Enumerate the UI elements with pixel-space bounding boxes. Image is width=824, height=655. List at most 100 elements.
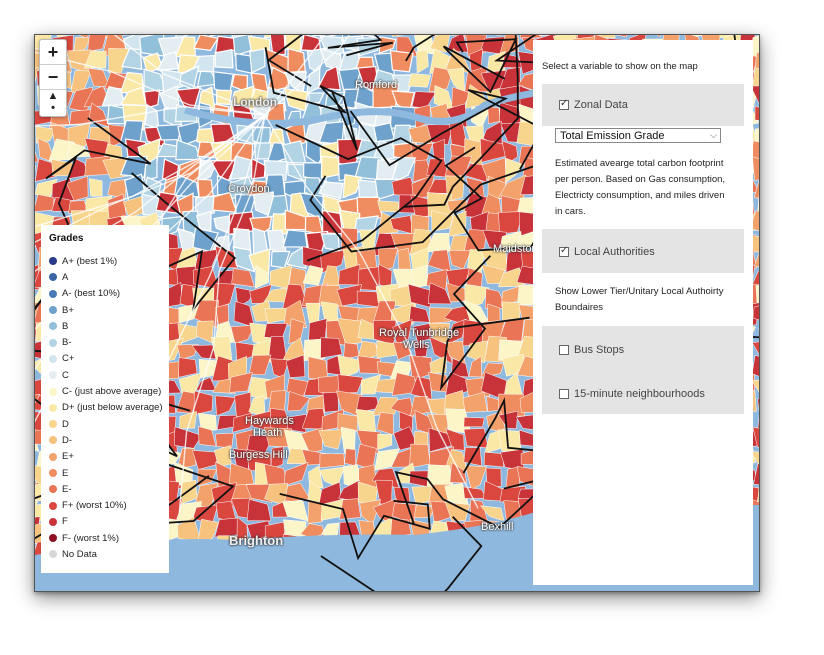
legend-item: B+ <box>49 302 169 318</box>
zone-area <box>282 500 309 522</box>
place-label-haywards-1: Haywards <box>245 415 294 427</box>
zone-area <box>144 103 160 130</box>
zone-area <box>193 35 219 51</box>
zonal-description: Estimated avearge total carbon footprint… <box>555 158 726 217</box>
legend-item: F+ (worst 10%) <box>49 497 169 513</box>
zone-area <box>337 374 364 394</box>
place-label-london: London <box>233 95 277 109</box>
legend-item: D <box>49 416 169 432</box>
legend-item: E <box>49 465 169 481</box>
local-authorities-label: Local Authorities <box>574 246 655 258</box>
zone-area <box>283 87 309 112</box>
layer-panel: Select a variable to show on the map Zon… <box>533 40 753 585</box>
zone-area <box>391 35 404 37</box>
chevron-down-icon: ⌵ <box>710 130 717 140</box>
zone-area <box>270 250 291 269</box>
legend-item: C+ <box>49 351 169 367</box>
zone-area <box>463 417 485 428</box>
local-authorities-checkbox[interactable] <box>559 245 569 257</box>
zone-area <box>254 142 272 160</box>
zone-area <box>215 432 234 449</box>
place-label-brighton: Brighton <box>229 533 284 548</box>
legend-item: B- <box>49 334 169 350</box>
zone-area <box>320 233 340 252</box>
legend-label: D <box>62 418 69 430</box>
zone-area <box>214 48 234 69</box>
legend-item: A- (best 10%) <box>49 286 169 302</box>
legend-item: A <box>49 269 169 285</box>
legend-item: D- <box>49 432 169 448</box>
legend-label: F <box>62 516 68 528</box>
place-label-romford: Romford <box>355 79 398 91</box>
legend-swatch <box>49 436 57 445</box>
zone-area <box>463 486 487 499</box>
zone-area <box>343 342 360 360</box>
zone-area <box>287 163 307 183</box>
legend-label: F- (worst 1%) <box>62 532 119 544</box>
zone-area <box>250 157 266 180</box>
legend-label: C+ <box>62 353 75 365</box>
legend-swatch <box>49 306 57 315</box>
zonal-data-checkbox[interactable] <box>559 98 569 110</box>
local-authorities-toggle[interactable]: Local Authorities <box>559 245 655 258</box>
zoom-in-button[interactable]: + <box>40 40 66 65</box>
zone-area <box>427 249 452 273</box>
zonal-data-section: Zonal Data <box>542 84 744 126</box>
zone-area <box>411 91 437 109</box>
zone-area <box>376 412 394 436</box>
variable-select[interactable]: Total Emission Grade ⌵ <box>555 128 721 143</box>
legend-swatch <box>49 289 57 298</box>
zone-area <box>318 466 346 488</box>
legend-swatch <box>49 452 57 461</box>
zone-area <box>751 341 759 355</box>
zone-area <box>107 178 127 199</box>
legend-item: F- (worst 1%) <box>49 530 169 546</box>
legend-swatch <box>49 517 57 526</box>
legend-label: E <box>62 467 69 479</box>
legend-item: E- <box>49 481 169 497</box>
legend-swatch <box>49 257 57 266</box>
legend-item: E+ <box>49 449 169 465</box>
legend-swatch <box>49 550 57 559</box>
extra-layers-section: Bus Stops 15-minute neighbourhoods <box>542 326 744 414</box>
reset-north-button[interactable]: ▲ • <box>40 90 66 116</box>
legend-label: A+ (best 1%) <box>62 255 118 267</box>
zone-area <box>88 178 103 197</box>
bus-stops-toggle[interactable]: Bus Stops <box>559 344 624 356</box>
place-label-tunbridge-2: Wells <box>403 339 430 351</box>
legend-swatch <box>49 338 57 347</box>
zone-area <box>305 302 321 324</box>
legend-item: C <box>49 367 169 383</box>
variable-select-value: Total Emission Grade <box>560 130 665 142</box>
zone-area <box>377 200 400 213</box>
zone-area <box>174 426 203 449</box>
zone-area <box>377 433 393 451</box>
place-label-burgess-hill: Burgess Hill <box>229 449 288 461</box>
zonal-data-toggle[interactable]: Zonal Data <box>559 98 628 111</box>
zone-area <box>234 391 252 418</box>
legend-label: E- <box>62 483 72 495</box>
zone-area <box>300 35 322 52</box>
legend-swatch <box>49 403 57 412</box>
place-label-bexhill: Bexhill <box>481 521 514 533</box>
zone-area <box>356 290 381 308</box>
zone-area <box>320 337 343 359</box>
zone-area <box>287 47 306 74</box>
zone-area <box>35 194 55 212</box>
zone-area <box>197 518 219 542</box>
legend-label: E+ <box>62 451 74 463</box>
bus-stops-label: Bus Stops <box>574 344 625 356</box>
bus-stops-checkbox[interactable] <box>559 345 569 355</box>
place-label-haywards-2: Heath <box>253 427 283 439</box>
legend-swatch <box>49 469 57 477</box>
zoom-out-button[interactable]: − <box>40 65 66 90</box>
zone-area <box>656 35 661 38</box>
legend-item: F <box>49 514 169 530</box>
neighbourhoods-checkbox[interactable] <box>559 389 569 399</box>
zone-area <box>215 395 237 417</box>
legend-label: B+ <box>62 304 74 316</box>
place-label-croydon: Croydon <box>228 183 270 195</box>
place-label-tunbridge-1: Royal Tunbridge <box>379 327 460 339</box>
neighbourhoods-toggle[interactable]: 15-minute neighbourhoods <box>559 388 705 400</box>
legend-label: B <box>62 320 69 332</box>
